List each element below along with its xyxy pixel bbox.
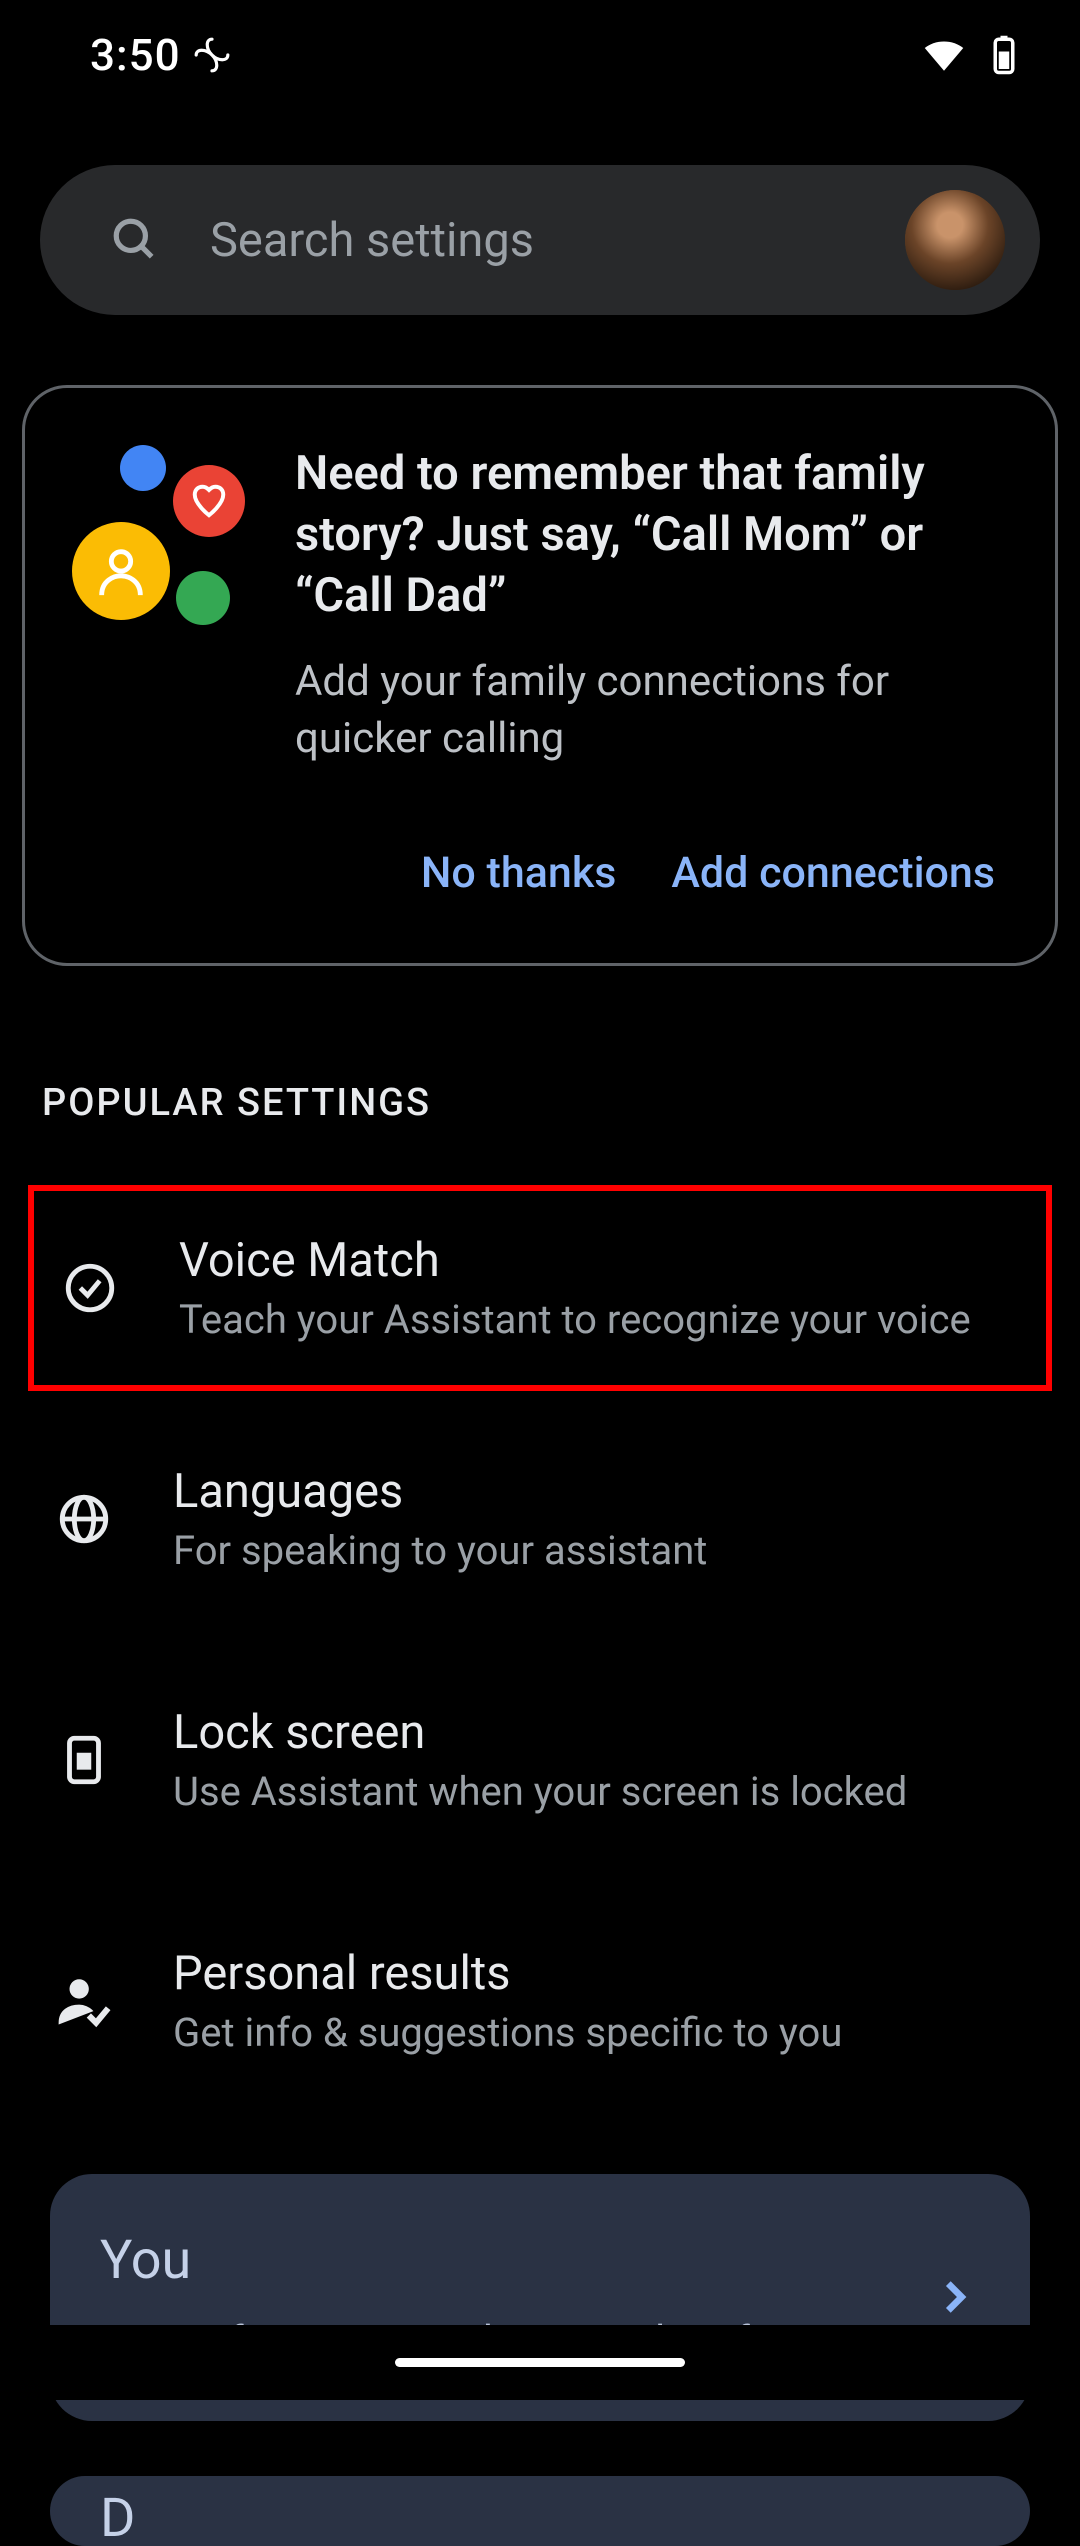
setting-title: Languages <box>173 1464 1025 1519</box>
voice-match-icon <box>61 1259 119 1317</box>
setting-personal-results[interactable]: Personal results Get info & suggestions … <box>0 1898 1080 2104</box>
globe-icon <box>55 1490 113 1548</box>
chevron-right-icon <box>935 2277 975 2317</box>
status-right <box>923 34 1025 76</box>
setting-subtitle: Use Assistant when your screen is locked <box>173 1768 1025 1815</box>
no-thanks-button[interactable]: No thanks <box>421 848 616 898</box>
promo-card: Need to remember that family story? Just… <box>22 385 1058 966</box>
category-peek[interactable]: D <box>50 2476 1030 2546</box>
promo-subtitle: Add your family connections for quicker … <box>295 654 1000 767</box>
category-title: D <box>100 2487 975 2546</box>
setting-subtitle: Get info & suggestions specific to you <box>173 2009 1025 2056</box>
status-time: 3:50 <box>90 29 181 81</box>
family-illustration <box>70 443 255 628</box>
promo-title: Need to remember that family story? Just… <box>295 443 1000 626</box>
wifi-icon <box>923 34 965 76</box>
avatar[interactable] <box>905 190 1005 290</box>
lock-screen-icon <box>55 1731 113 1789</box>
setting-lock-screen[interactable]: Lock screen Use Assistant when your scre… <box>0 1657 1080 1863</box>
status-bar: 3:50 <box>0 0 1080 110</box>
setting-voice-match[interactable]: Voice Match Teach your Assistant to reco… <box>28 1185 1052 1391</box>
setting-subtitle: Teach your Assistant to recognize your v… <box>179 1296 1019 1343</box>
pinwheel-icon <box>193 36 231 74</box>
battery-icon <box>983 34 1025 76</box>
nav-bar <box>0 2325 1080 2400</box>
category-title: You <box>100 2229 935 2292</box>
setting-title: Lock screen <box>173 1705 1025 1760</box>
person-check-icon <box>55 1972 113 2030</box>
add-connections-button[interactable]: Add connections <box>671 848 995 898</box>
setting-title: Personal results <box>173 1946 1025 2001</box>
setting-title: Voice Match <box>179 1233 1019 1288</box>
setting-subtitle: For speaking to your assistant <box>173 1527 1025 1574</box>
nav-handle[interactable] <box>395 2358 685 2367</box>
setting-languages[interactable]: Languages For speaking to your assistant <box>0 1416 1080 1622</box>
status-left: 3:50 <box>90 29 231 81</box>
search-placeholder: Search settings <box>210 213 905 268</box>
search-icon <box>110 215 160 265</box>
search-bar[interactable]: Search settings <box>40 165 1040 315</box>
settings-list: Voice Match Teach your Assistant to reco… <box>0 1185 1080 2104</box>
popular-settings-header: POPULAR SETTINGS <box>42 1081 1080 1125</box>
